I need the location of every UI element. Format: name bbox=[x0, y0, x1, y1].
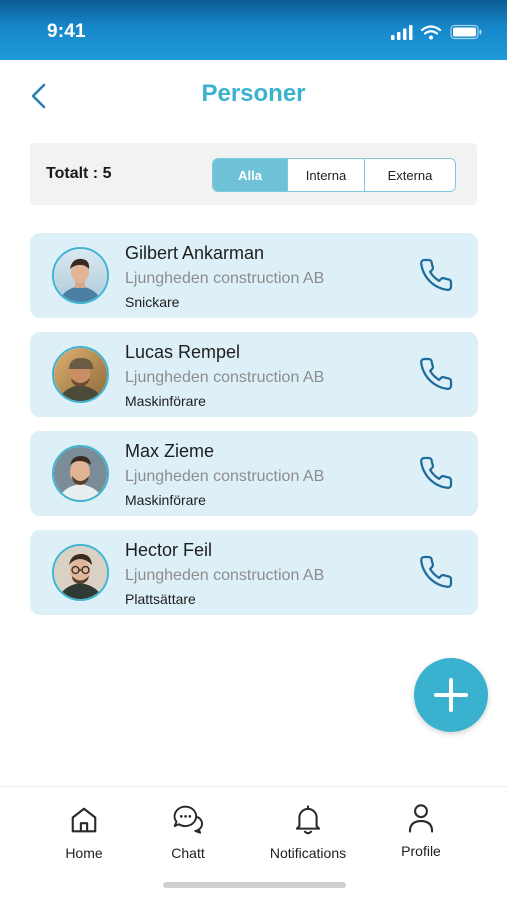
contact-role: Snickare bbox=[125, 294, 180, 310]
filter-tab-interna[interactable]: Interna bbox=[287, 159, 365, 191]
contact-company: Ljungheden construction AB bbox=[125, 567, 325, 584]
nav-notifications[interactable]: Notifications bbox=[253, 803, 363, 867]
call-button[interactable] bbox=[416, 453, 456, 493]
contact-name: Hector Feil bbox=[125, 540, 213, 560]
filter-segmented-control: Alla Interna Externa bbox=[212, 158, 456, 192]
contact-card[interactable]: Gilbert Ankarman Ljungheden construction… bbox=[30, 233, 478, 318]
avatar bbox=[52, 544, 109, 601]
contact-role: Maskinförare bbox=[125, 393, 206, 409]
filter-tab-externa[interactable]: Externa bbox=[365, 159, 455, 191]
nav-profile[interactable]: Profile bbox=[366, 801, 476, 865]
add-person-button[interactable] bbox=[414, 658, 488, 732]
filter-tab-alla[interactable]: Alla bbox=[213, 159, 287, 191]
contact-company: Ljungheden construction AB bbox=[125, 468, 325, 485]
contact-company: Ljungheden construction AB bbox=[125, 369, 325, 386]
nav-label-home: Home bbox=[65, 845, 103, 861]
chat-icon bbox=[173, 805, 204, 834]
phone-icon bbox=[420, 456, 453, 490]
nav-label-profile: Profile bbox=[401, 843, 441, 859]
avatar bbox=[52, 445, 109, 502]
contact-card[interactable]: Lucas Rempel Ljungheden construction AB … bbox=[30, 332, 478, 417]
phone-icon bbox=[420, 357, 453, 391]
wifi-icon bbox=[420, 25, 442, 35]
nav-label-chatt: Chatt bbox=[171, 845, 205, 861]
contact-name: Gilbert Ankarman bbox=[125, 243, 265, 263]
screen: 9:41 Personer Totalt: 5 Alla Interna Ex… bbox=[0, 0, 507, 900]
plus-icon bbox=[434, 678, 468, 712]
signal-icon bbox=[391, 25, 413, 40]
phone-icon bbox=[420, 555, 453, 589]
status-icons bbox=[391, 24, 482, 40]
contact-card[interactable]: Hector Feil Ljungheden construction AB P… bbox=[30, 530, 478, 615]
avatar bbox=[52, 247, 109, 304]
call-button[interactable] bbox=[416, 552, 456, 592]
home-icon bbox=[71, 807, 97, 833]
call-button[interactable] bbox=[416, 354, 456, 394]
contact-role: Maskinförare bbox=[125, 492, 206, 508]
contact-list: Gilbert Ankarman Ljungheden construction… bbox=[30, 233, 478, 629]
contact-name: Max Zieme bbox=[125, 441, 215, 461]
status-time: 9:41 bbox=[47, 21, 86, 42]
nav-home[interactable]: Home bbox=[29, 803, 139, 867]
phone-icon bbox=[420, 258, 453, 292]
user-icon bbox=[408, 804, 434, 833]
battery-icon bbox=[450, 24, 482, 40]
contact-name: Lucas Rempel bbox=[125, 342, 241, 362]
avatar bbox=[52, 346, 109, 403]
filter-bar: Totalt : 5 Alla Interna Externa bbox=[30, 143, 477, 205]
home-indicator bbox=[163, 882, 346, 888]
contact-role: Plattsättare bbox=[125, 591, 196, 607]
call-button[interactable] bbox=[416, 255, 456, 295]
nav-chatt[interactable]: Chatt bbox=[133, 803, 243, 867]
status-bar: 9:41 bbox=[0, 0, 507, 60]
bell-icon bbox=[295, 805, 321, 835]
nav-label-notifications: Notifications bbox=[269, 845, 347, 861]
total-count: Totalt : 5 bbox=[46, 165, 112, 182]
contact-company: Ljungheden construction AB bbox=[125, 270, 325, 287]
page-title: Personer bbox=[201, 80, 306, 107]
contact-card[interactable]: Max Zieme Ljungheden construction AB Mas… bbox=[30, 431, 478, 516]
